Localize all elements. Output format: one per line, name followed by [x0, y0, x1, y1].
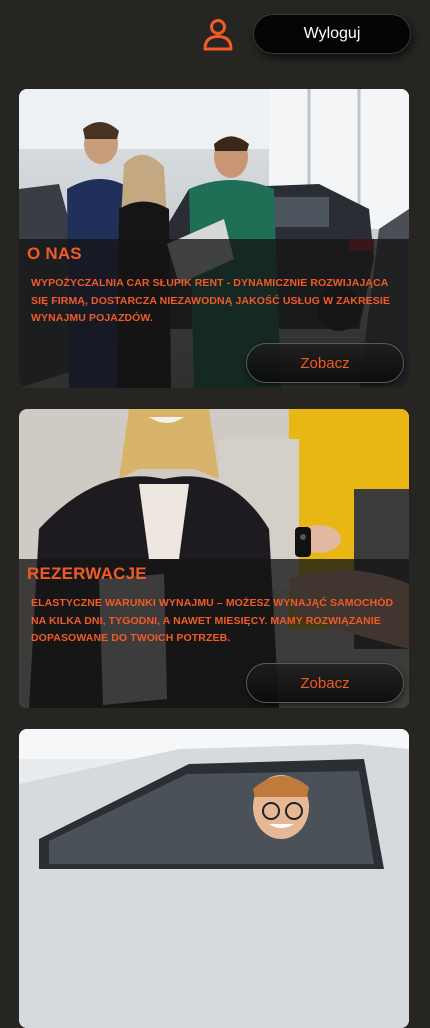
card-photo-driver [19, 729, 409, 1028]
user-icon[interactable] [200, 16, 236, 52]
card-title: REZERWACJE [27, 564, 147, 583]
header: Wyloguj [0, 0, 430, 70]
card-description: WYPOŻYCZALNIA CAR SŁUPIK RENT - DYNAMICZ… [31, 277, 391, 324]
logout-button[interactable]: Wyloguj [253, 14, 411, 54]
zobacz-button[interactable]: Zobacz [246, 343, 404, 383]
card-o-nas: O NAS WYPOŻYCZALNIA CAR SŁUPIK RENT - DY… [19, 89, 409, 388]
card-title: O NAS [27, 244, 82, 263]
card-third [19, 729, 409, 1028]
card-rezerwacje: REZERWACJE ELASTYCZNE WARUNKI WYNAJMU – … [19, 409, 409, 708]
card-description: ELASTYCZNE WARUNKI WYNAJMU – MOŻESZ WYNA… [31, 597, 394, 644]
zobacz-button[interactable]: Zobacz [246, 663, 404, 703]
